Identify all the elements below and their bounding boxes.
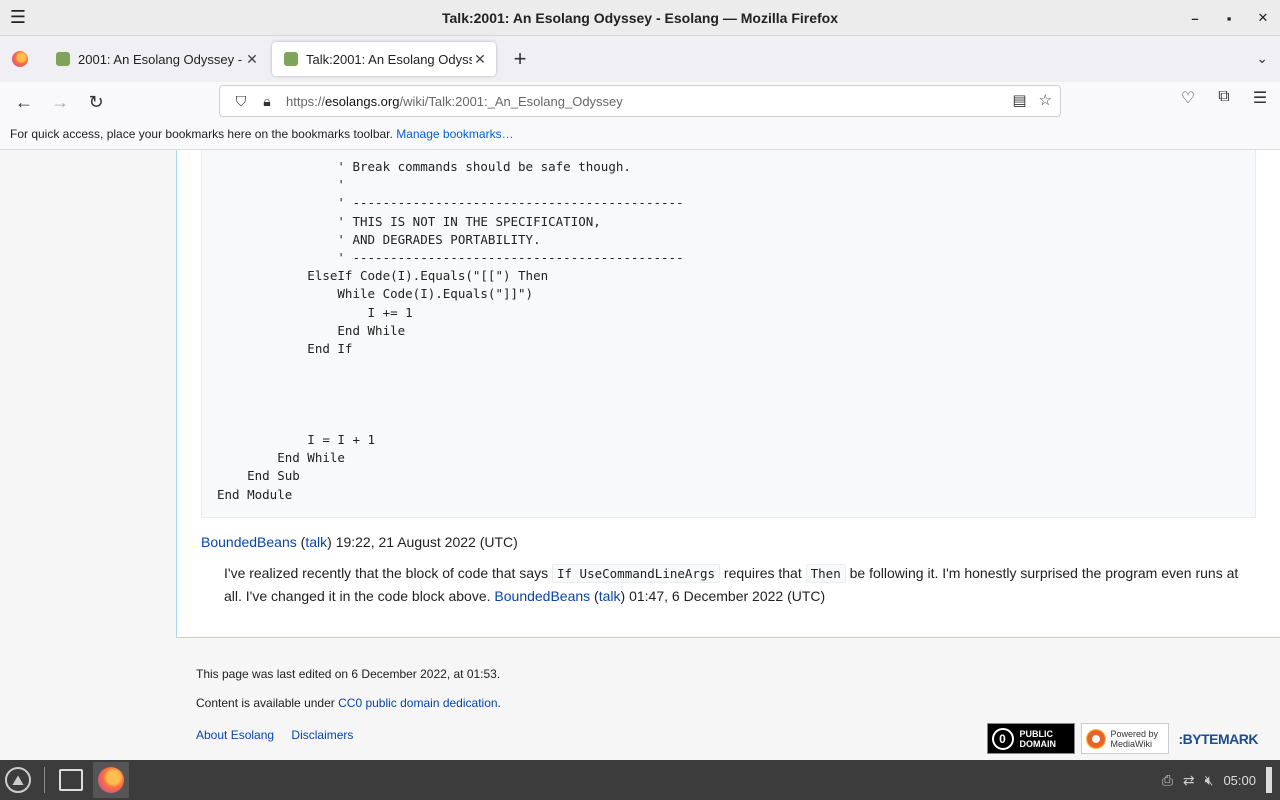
firefox-taskbar-button[interactable]	[93, 762, 129, 798]
shield-icon[interactable]: ⛉	[228, 93, 254, 110]
talk-link[interactable]: talk	[305, 534, 327, 550]
start-logo-icon: ⛰	[5, 767, 31, 793]
system-tray: ⎙ ⇄ 🔇︎ 05:00	[1162, 760, 1272, 800]
hamburger-menu-icon[interactable]: ☰	[0, 0, 36, 36]
window-titlebar: ☰ Talk:2001: An Esolang Odyssey - Esolan…	[0, 0, 1280, 36]
list-all-tabs-chevron-icon[interactable]: ⌄	[1256, 50, 1268, 67]
user-link[interactable]: BoundedBeans	[494, 588, 590, 604]
license-prefix: Content is available under	[196, 696, 335, 710]
badge-text: Powered by	[1110, 728, 1159, 739]
tab-bar: 2001: An Esolang Odyssey - Esolang ✕ Tal…	[0, 36, 1280, 82]
badge-text: DOMAIN	[1019, 738, 1057, 749]
signature-timestamp: 19:22, 21 August 2022 (UTC)	[335, 534, 518, 550]
firefox-logo-icon	[12, 51, 28, 67]
app-menu-icon[interactable]: ☰	[1248, 88, 1272, 108]
reply-text: requires that	[723, 565, 802, 581]
tab-talk[interactable]: Talk:2001: An Esolang Odyssey - Esolang …	[272, 42, 496, 76]
new-tab-plus-icon[interactable]: +	[502, 46, 538, 72]
clock[interactable]: 05:00	[1223, 773, 1256, 788]
wiki-content-area: ' Break commands should be safe though. …	[176, 150, 1280, 638]
esolang-favicon-icon	[56, 52, 70, 66]
code-text: ' Break commands should be safe though. …	[217, 159, 684, 502]
badge-text: MediaWiki	[1110, 738, 1153, 749]
taskbar-separator	[44, 767, 45, 793]
footer-license: Content is available under CC0 public do…	[196, 696, 501, 710]
page-viewport[interactable]: ' Break commands should be safe though. …	[0, 150, 1280, 760]
bookmarks-hint: For quick access, place your bookmarks h…	[10, 127, 393, 141]
forward-arrow-icon[interactable]: →	[42, 86, 78, 118]
bookmark-star-icon[interactable]: ☆	[1039, 91, 1052, 109]
code-block: ' Break commands should be safe though. …	[201, 150, 1256, 518]
firefox-view-button[interactable]	[0, 36, 40, 82]
inline-code: If UseCommandLineArgs	[551, 564, 721, 583]
os-taskbar: ⛰ ⎙ ⇄ 🔇︎ 05:00	[0, 760, 1280, 800]
footer-badges: 0 PUBLIC DOMAIN Powered by MediaWiki :BYTE…	[986, 723, 1259, 754]
maximize-icon[interactable]: ▪	[1212, 11, 1246, 26]
url-path: /wiki/Talk:2001:_An_Esolang_Odyssey	[399, 93, 623, 109]
navigation-toolbar: ← → ↻ ⛉ 🔒︎ https://esolangs.org/wiki/Tal…	[0, 82, 1280, 122]
extensions-icon[interactable]: ⧉	[1212, 88, 1236, 108]
talk-link[interactable]: talk	[599, 588, 621, 604]
window-title: Talk:2001: An Esolang Odyssey - Esolang …	[442, 9, 838, 26]
tab-label: 2001: An Esolang Odyssey - Esolang	[78, 51, 244, 67]
bytemark-logo[interactable]: :BYTEMARK	[1175, 731, 1259, 747]
minimize-icon[interactable]: –	[1178, 11, 1212, 26]
close-tab-icon[interactable]: ✕	[472, 51, 488, 68]
about-link[interactable]: About Esolang	[196, 728, 274, 742]
close-window-icon[interactable]: ✕	[1246, 10, 1280, 26]
disclaimers-link[interactable]: Disclaimers	[291, 728, 353, 742]
user-link[interactable]: BoundedBeans	[201, 534, 297, 550]
file-manager-icon	[59, 769, 83, 791]
signature-line: BoundedBeans (talk) 19:22, 21 August 202…	[201, 534, 518, 550]
reload-icon[interactable]: ↻	[78, 86, 114, 118]
reader-view-icon[interactable]: ▤	[1012, 91, 1026, 109]
volume-muted-icon[interactable]: 🔇︎	[1205, 772, 1214, 789]
start-menu-button[interactable]: ⛰	[0, 760, 36, 800]
license-link[interactable]: CC0 public domain dedication	[338, 696, 497, 710]
url-bar[interactable]: ⛉ 🔒︎ https://esolangs.org/wiki/Talk:2001…	[219, 85, 1061, 117]
pocket-icon[interactable]: ♡	[1176, 88, 1200, 108]
public-domain-badge[interactable]: 0 PUBLIC DOMAIN	[986, 723, 1075, 754]
lock-icon[interactable]: 🔒︎	[254, 93, 280, 110]
bookmarks-toolbar: For quick access, place your bookmarks h…	[0, 122, 1280, 150]
printer-icon[interactable]: ⎙	[1162, 772, 1173, 789]
powered-by-mediawiki-badge[interactable]: Powered by MediaWiki	[1080, 723, 1169, 754]
public-domain-icon: 0	[991, 727, 1014, 750]
tab-label: Talk:2001: An Esolang Odyssey - Esolang	[306, 51, 472, 67]
manage-bookmarks-link[interactable]: Manage bookmarks…	[396, 127, 513, 141]
esolang-favicon-icon	[284, 52, 298, 66]
reply-comment: I've realized recently that the block of…	[224, 564, 1239, 604]
url-prefix: https://	[286, 93, 326, 109]
url-host: esolangs.org	[325, 93, 400, 109]
footer-last-edited: This page was last edited on 6 December …	[196, 667, 501, 681]
window-controls: – ▪ ✕	[1178, 0, 1280, 36]
mediawiki-flower-icon	[1085, 728, 1106, 749]
network-icon[interactable]: ⇄	[1183, 772, 1195, 789]
tab-article[interactable]: 2001: An Esolang Odyssey - Esolang ✕	[44, 42, 268, 76]
reply-timestamp: 01:47, 6 December 2022 (UTC)	[629, 588, 826, 604]
inline-code: Then	[805, 564, 846, 583]
show-desktop-button[interactable]	[1266, 767, 1272, 793]
back-arrow-icon[interactable]: ←	[6, 86, 42, 118]
footer-links: About Esolang Disclaimers	[196, 728, 353, 742]
reply-text: I've realized recently that the block of…	[224, 565, 549, 581]
firefox-icon	[98, 767, 124, 793]
license-suffix: .	[497, 696, 501, 710]
close-tab-icon[interactable]: ✕	[244, 51, 260, 68]
badge-text: PUBLIC	[1019, 728, 1054, 739]
file-manager-button[interactable]	[53, 762, 89, 798]
